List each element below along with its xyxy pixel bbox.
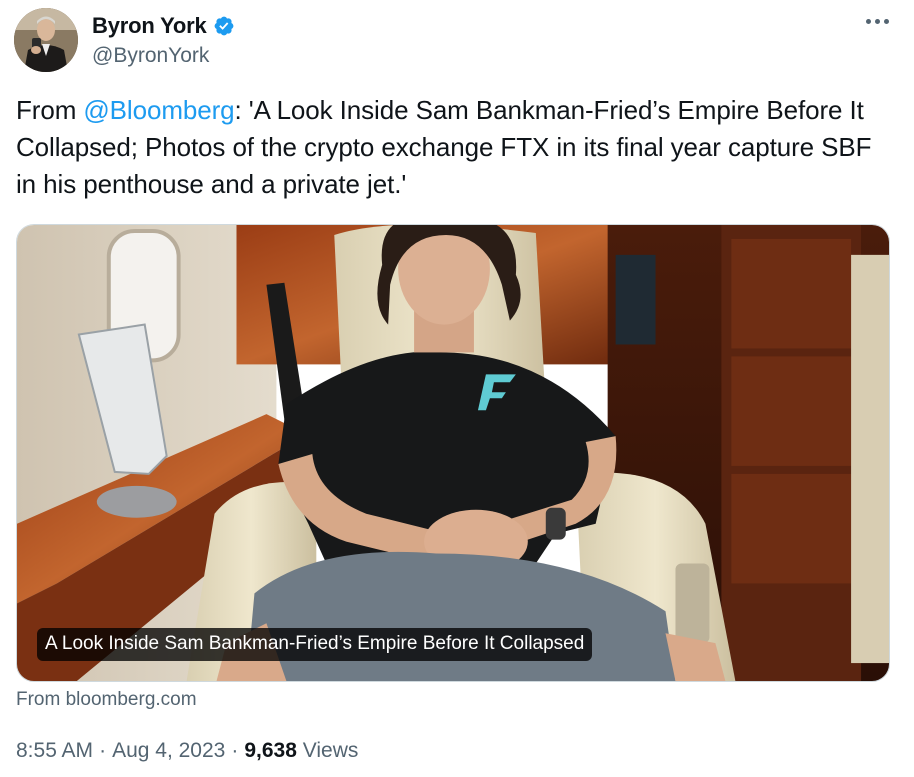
meta-separator: · bbox=[99, 739, 107, 762]
views-label: Views bbox=[302, 739, 359, 762]
card-image bbox=[17, 225, 889, 681]
views-count: 9,638 bbox=[244, 739, 297, 762]
tweet-time[interactable]: 8:55 AM bbox=[16, 739, 93, 762]
display-name-row: Byron York bbox=[92, 12, 235, 40]
tweet: Byron York @ByronYork From @Bloomberg: '… bbox=[0, 0, 914, 777]
avatar[interactable] bbox=[14, 8, 78, 72]
more-dot bbox=[883, 18, 889, 24]
author-info: Byron York @ByronYork bbox=[92, 12, 235, 68]
tweet-text-prefix: From bbox=[16, 95, 84, 125]
avatar-photo bbox=[14, 8, 78, 72]
handle[interactable]: @ByronYork bbox=[92, 44, 235, 68]
more-dot bbox=[865, 18, 871, 24]
more-options-icon[interactable] bbox=[860, 6, 894, 36]
card-source[interactable]: From bloomberg.com bbox=[16, 689, 197, 711]
link-card[interactable]: A Look Inside Sam Bankman-Fried’s Empire… bbox=[16, 224, 890, 682]
display-name[interactable]: Byron York bbox=[92, 13, 207, 39]
verified-badge-icon[interactable] bbox=[213, 15, 235, 37]
tweet-date[interactable]: Aug 4, 2023 bbox=[112, 739, 225, 762]
tweet-meta: 8:55 AM · Aug 4, 2023 · 9,638 Views bbox=[16, 739, 358, 763]
more-dot bbox=[874, 18, 880, 24]
meta-separator: · bbox=[231, 739, 239, 762]
mention-link[interactable]: @Bloomberg bbox=[83, 95, 234, 125]
tweet-text: From @Bloomberg: 'A Look Inside Sam Bank… bbox=[16, 92, 896, 203]
card-caption: A Look Inside Sam Bankman-Fried’s Empire… bbox=[37, 628, 593, 661]
